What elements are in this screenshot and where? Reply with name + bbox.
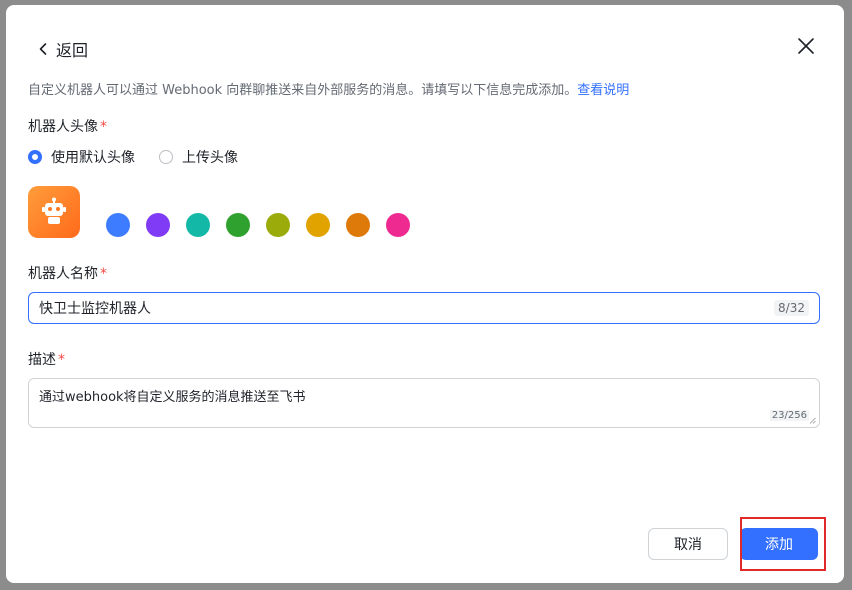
- radio-dot: [159, 150, 173, 164]
- close-icon: [798, 38, 814, 54]
- avatar-radio-group: 使用默认头像 上传头像: [28, 147, 262, 167]
- description-textarea[interactable]: 通过webhook将自定义服务的消息推送至飞书 23/256: [28, 378, 820, 428]
- avatar-label-text: 机器人头像: [28, 119, 98, 135]
- radio-dot-selected: [28, 150, 42, 164]
- add-custom-bot-dialog: 返回 自定义机器人可以通过 Webhook 向群聊推送来自外部服务的消息。请填写…: [6, 5, 844, 583]
- bot-name-counter: 8/32: [774, 300, 809, 316]
- radio-upload-avatar-label: 上传头像: [182, 150, 238, 166]
- color-swatch[interactable]: [226, 213, 250, 237]
- radio-upload-avatar[interactable]: 上传头像: [159, 147, 238, 167]
- color-swatch[interactable]: [266, 213, 290, 237]
- name-label-text: 机器人名称: [28, 266, 98, 282]
- view-instructions-link[interactable]: 查看说明: [577, 83, 629, 98]
- close-button[interactable]: [794, 34, 818, 58]
- name-label: 机器人名称 *: [28, 263, 107, 283]
- chevron-left-icon: [39, 43, 47, 55]
- required-mark: *: [100, 266, 107, 282]
- bot-name-input[interactable]: 快卫士监控机器人 8/32: [28, 292, 820, 324]
- radio-default-avatar[interactable]: 使用默认头像: [28, 147, 135, 167]
- radio-default-avatar-label: 使用默认头像: [51, 150, 135, 166]
- robot-icon: [42, 197, 66, 224]
- avatar-label: 机器人头像 *: [28, 116, 107, 136]
- description-value: 通过webhook将自定义服务的消息推送至飞书: [39, 390, 306, 405]
- color-swatch[interactable]: [386, 213, 410, 237]
- description-body: 自定义机器人可以通过 Webhook 向群聊推送来自外部服务的消息。请填写以下信…: [28, 83, 578, 98]
- required-mark: *: [100, 119, 107, 135]
- bot-avatar-preview: [28, 186, 80, 238]
- description-text: 自定义机器人可以通过 Webhook 向群聊推送来自外部服务的消息。请填写以下信…: [28, 79, 629, 98]
- resize-handle-icon[interactable]: [809, 417, 816, 424]
- required-mark: *: [58, 352, 65, 368]
- color-swatch[interactable]: [306, 213, 330, 237]
- color-swatch[interactable]: [346, 213, 370, 237]
- description-label-text: 描述: [28, 352, 56, 368]
- highlight-box: [740, 517, 826, 571]
- description-counter: 23/256: [769, 410, 809, 421]
- back-label: 返回: [56, 41, 89, 60]
- color-swatch[interactable]: [106, 213, 130, 237]
- bot-name-value: 快卫士监控机器人: [39, 301, 151, 317]
- back-button[interactable]: 返回: [36, 38, 88, 60]
- color-swatch[interactable]: [186, 213, 210, 237]
- color-swatch[interactable]: [146, 213, 170, 237]
- cancel-button[interactable]: 取消: [648, 528, 728, 560]
- description-label: 描述 *: [28, 349, 65, 369]
